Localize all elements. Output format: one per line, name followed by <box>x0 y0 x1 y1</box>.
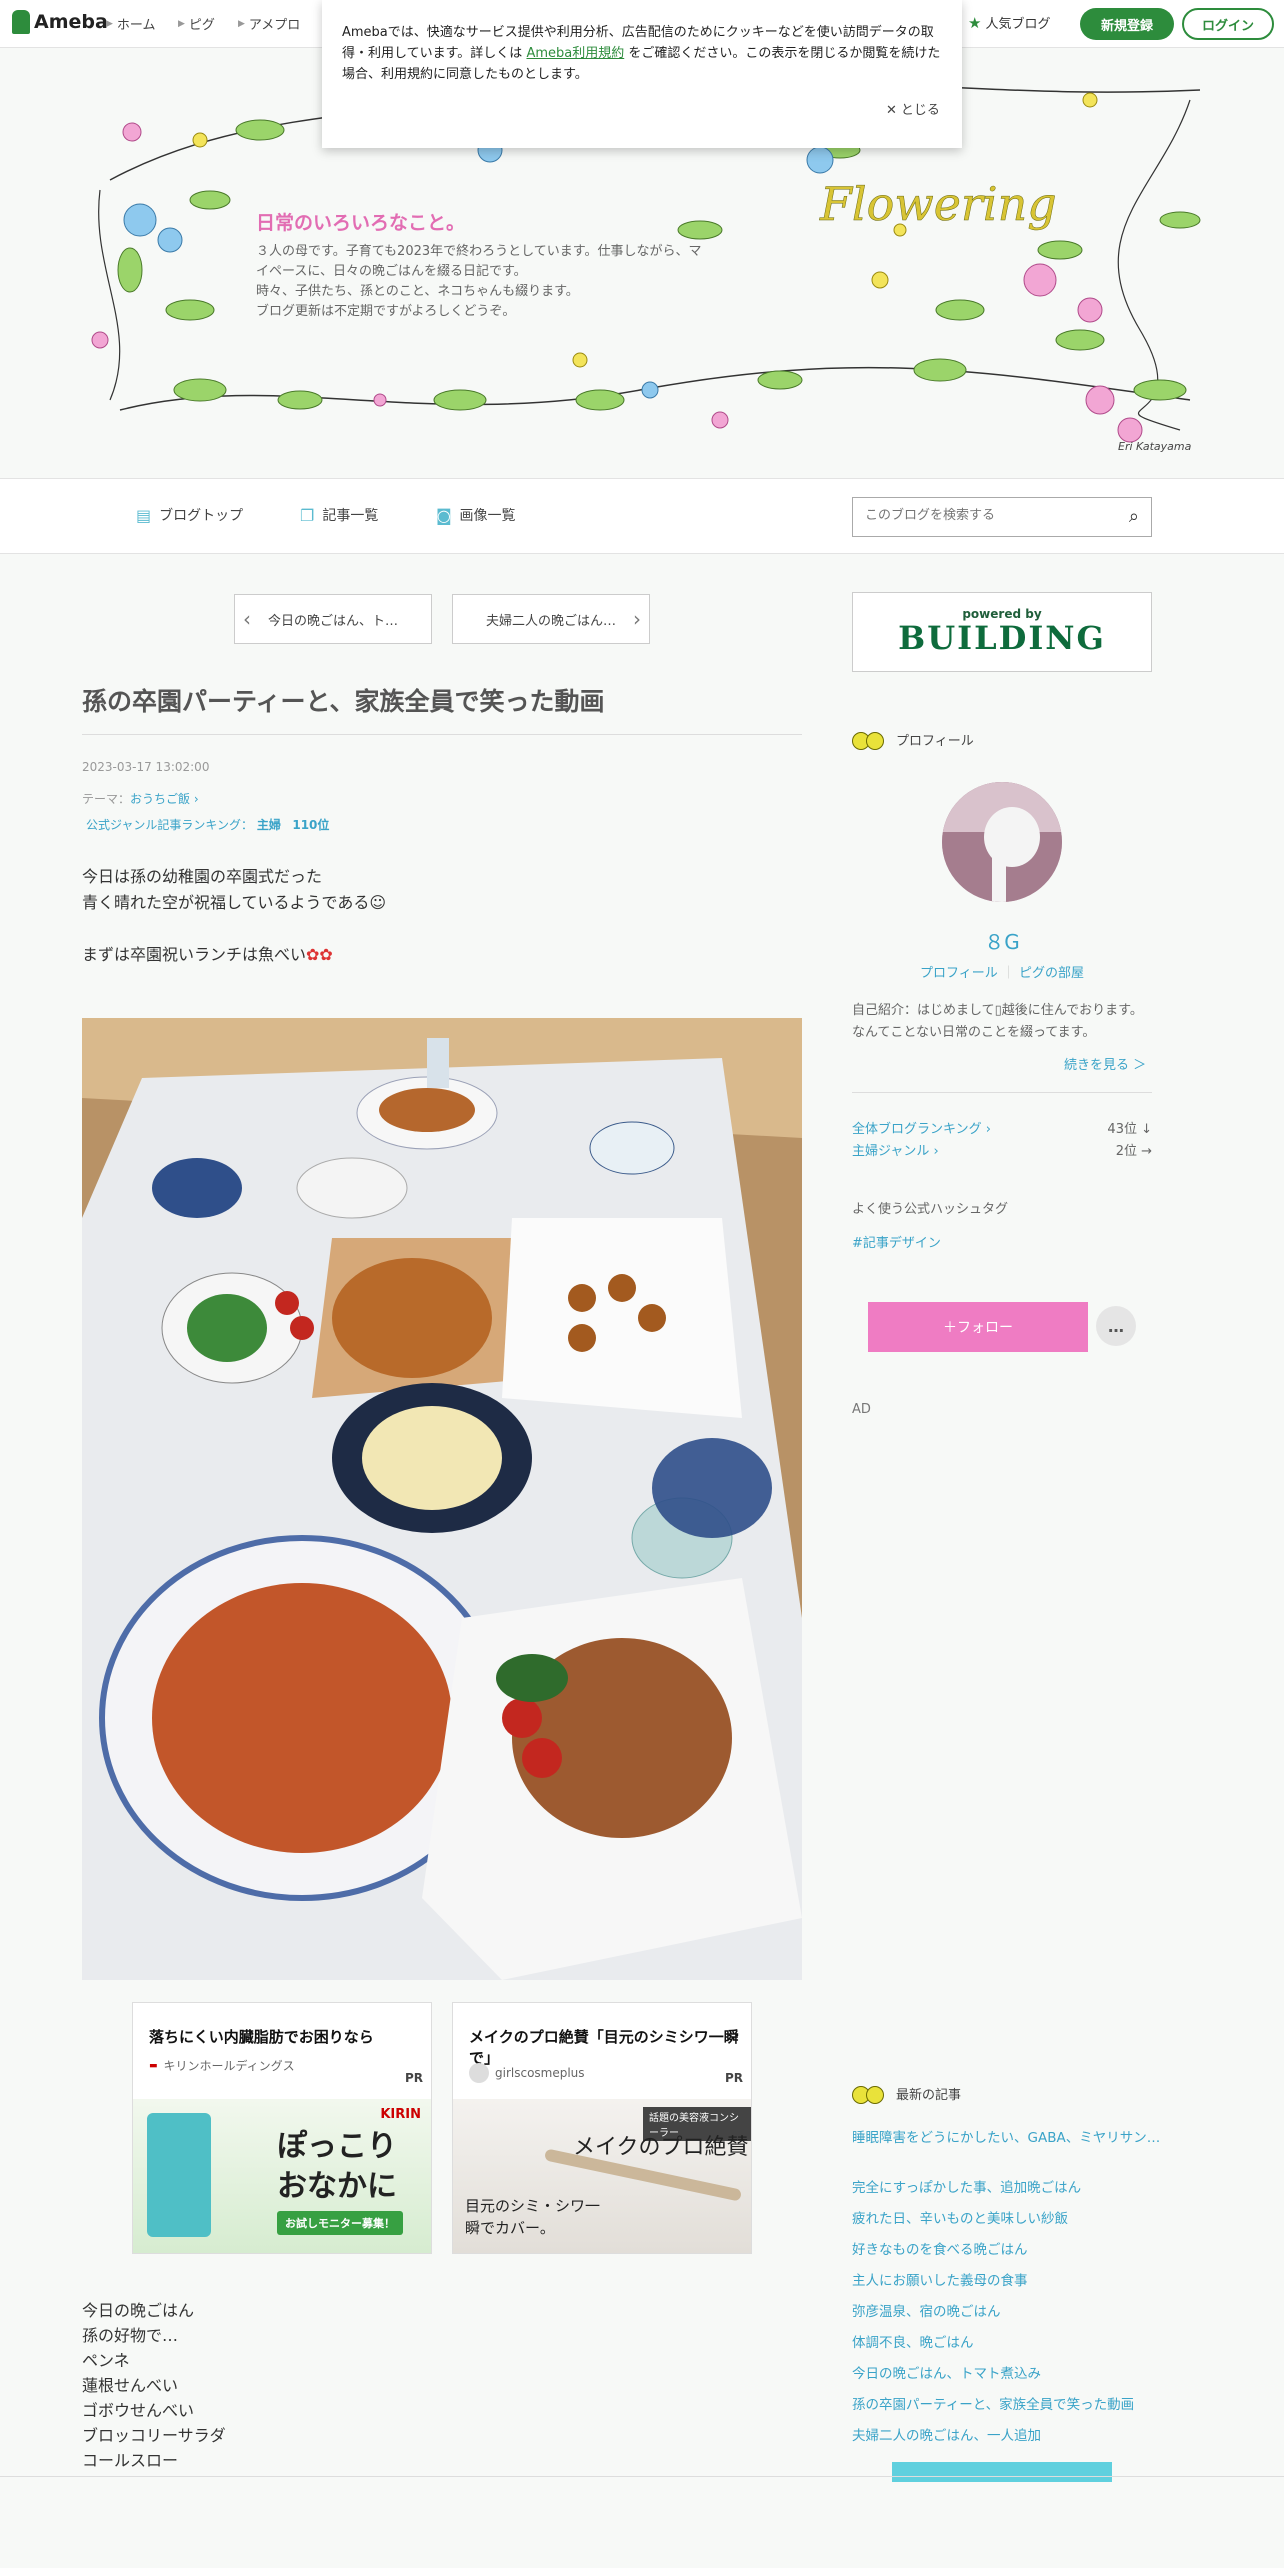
confetti-emoji-icon: ✿✿ <box>306 945 333 964</box>
menu-list: 今日の晩ごはん 孫の好物で… ペンネ 蓮根せんべい ゴボウせんべい ブロッコリー… <box>82 2301 226 2470</box>
search-input[interactable] <box>863 507 1103 524</box>
ad-image-kirin: KIRIN ぽっこり おなかに お試しモニター募集！ <box>133 2099 431 2253</box>
hashtag-link[interactable]: #記事デザイン <box>852 1232 941 1251</box>
chevron-left-icon: ‹ <box>243 607 251 631</box>
theme-link[interactable]: おうちご飯 <box>130 792 190 806</box>
nav-blog-top[interactable]: ▤ ブログトップ <box>136 505 243 525</box>
cookie-banner: Amebaでは、快適なサービス提供や利用分析、広告配信のためにクッキーなどを使い… <box>322 0 962 148</box>
genre-ranking-row[interactable]: 主婦ジャンル › 2位 → <box>852 1140 1152 1159</box>
article-title[interactable]: 孫の卒園パーティーと、家族全員で笑った動画 <box>82 682 605 718</box>
triangle-icon: ▶ <box>106 18 113 29</box>
blog-description: ３人の母です。子育ても2023年で終わろうとしています。仕事しながら、マ イペー… <box>256 244 702 319</box>
blog-nav-bar: ▤ブログトップ ❐記事一覧 ◙画像一覧 ⌕ <box>0 478 1284 554</box>
latest-entry[interactable]: 睡眠障害をどうにかしたい、GABA、ミヤリサン… <box>852 2128 1162 2148</box>
latest-entry[interactable]: 今日の晩ごはん、トマト煮込み <box>852 2364 1162 2384</box>
ad-sponsor: ▬ キリンホールディングス <box>149 2059 295 2073</box>
follow-button[interactable]: ＋フォロー <box>868 1302 1088 1352</box>
divider <box>852 1092 1152 1093</box>
article-theme: テーマ：おうちご飯 › <box>82 792 199 806</box>
triangle-icon: ▶ <box>178 18 185 29</box>
latest-entry[interactable]: 孫の卒園パーティーと、家族全員で笑った動画 <box>852 2395 1162 2415</box>
topnav-amepro[interactable]: ▶ アメプロ <box>238 14 300 33</box>
topnav-pig[interactable]: ▶ ピグ <box>178 14 215 33</box>
latest-entry[interactable]: 夫婦二人の晩ごはん、一人追加 <box>852 2426 1162 2446</box>
login-button[interactable]: ログイン <box>1182 8 1274 40</box>
blog-search: ⌕ <box>852 497 1152 537</box>
article-date: 2023-03-17 13:02:00 <box>82 760 210 774</box>
smile-emoji-icon: ☺ <box>369 893 387 912</box>
star-icon: ★ <box>968 13 982 32</box>
ad-title: 落ちにくい内臓脂肪でお困りなら <box>149 2028 374 2046</box>
ad-image-cosme: 話題の美容液コンシーラー メイクのプロ絶賛 目元のシミ・シワ一瞬でカバー。 <box>453 2099 751 2253</box>
self-intro: 自己紹介：はじめまして▯越後に住んでおります。 なんてことない日常のことを綴って… <box>852 1003 1143 1040</box>
copy-icon: ❐ <box>300 505 315 525</box>
pr-label: PR <box>724 2071 743 2085</box>
lemon-icon <box>852 2080 888 2106</box>
pig-room-link[interactable]: ピグの部屋 <box>1019 966 1084 981</box>
profile-link[interactable]: プロフィール <box>920 966 998 981</box>
search-icon[interactable]: ⌕ <box>1129 506 1139 527</box>
popular-blogs-link[interactable]: ★ 人気ブログ <box>968 13 1050 33</box>
profile-heading: プロフィール <box>852 726 974 752</box>
document-icon: ▤ <box>136 505 152 525</box>
avatar[interactable] <box>942 782 1062 902</box>
latest-entry[interactable]: 弥彦温泉、宿の晩ごはん <box>852 2302 1162 2322</box>
terms-link[interactable]: Ameba利用規約 <box>526 46 624 61</box>
nav-images[interactable]: ◙ 画像一覧 <box>436 505 516 525</box>
latest-heading: 最新の記事 <box>852 2080 961 2106</box>
blog-title[interactable]: 日常のいろいろなこと。 <box>256 208 465 235</box>
title-divider <box>82 734 802 735</box>
building-banner[interactable]: powered by BUILDING <box>852 592 1152 672</box>
chevron-right-icon: › <box>633 607 641 631</box>
kirin-mini-logo-icon: ▬ <box>149 2060 158 2071</box>
next-entry-button[interactable]: 夫婦二人の晩ごはん… › <box>452 594 650 644</box>
ad-label: AD <box>852 1402 871 1417</box>
profile-links: プロフィール ｜ ピグの部屋 <box>919 966 1085 981</box>
lemon-icon <box>852 726 888 752</box>
article-paragraph-2: まずは卒園祝いランチは魚べい✿✿ <box>82 945 333 964</box>
ameba-logo[interactable]: Ameba <box>12 10 108 34</box>
ad-sponsor: girlscosmeplus <box>469 2063 585 2083</box>
sponsor-avatar-icon <box>469 2063 489 2083</box>
latest-entry[interactable]: 好きなものを食べる晩ごはん <box>852 2240 1162 2260</box>
ad-card-kirin[interactable]: 落ちにくい内臓脂肪でお困りなら ▬ キリンホールディングス PR KIRIN ぽっ… <box>132 2002 432 2254</box>
product-pack-icon <box>147 2113 211 2237</box>
prev-entry-button[interactable]: ‹ 今日の晩ごはん、ト… <box>234 594 432 644</box>
logo-text: Ameba <box>34 11 108 33</box>
signup-button[interactable]: 新規登録 <box>1080 8 1174 40</box>
latest-entry[interactable]: 主人にお願いした義母の食事 <box>852 2271 1162 2291</box>
ad-card-cosme[interactable]: メイクのプロ絶賛「目元のシミシワ一瞬で」 girlscosmeplus PR 話… <box>452 2002 752 2254</box>
camera-icon: ◙ <box>436 505 452 525</box>
illustrator-signature: Eri Katayama <box>1118 440 1192 453</box>
article-paragraph-1: 今日は孫の幼稚園の卒園式だった 青く晴れた空が祝福しているようである☺ <box>82 867 387 912</box>
more-options-button[interactable]: … <box>1096 1306 1136 1346</box>
nickname[interactable]: ８G <box>852 926 1152 955</box>
cookie-close-button[interactable]: ✕ とじる <box>886 100 940 121</box>
pr-label: PR <box>404 2071 423 2085</box>
genre-ranking[interactable]: 公式ジャンル記事ランキング： 主婦 110位 <box>86 816 329 833</box>
svg-text:Flowering: Flowering <box>819 177 1057 231</box>
article-photo-dinner-table[interactable] <box>82 1018 802 1980</box>
read-more-link[interactable]: 続きを見る ＞ <box>1064 1054 1146 1073</box>
footer-divider <box>0 2476 1284 2477</box>
topnav-home[interactable]: ▶ ホーム <box>106 14 156 33</box>
latest-more-button[interactable] <box>892 2462 1112 2482</box>
hashtag-heading: よく使う公式ハッシュタグ <box>852 1202 1009 1217</box>
overall-ranking-row[interactable]: 全体ブログランキング › 43位 ↓ <box>852 1118 1152 1137</box>
ameba-mark-icon <box>12 10 30 34</box>
triangle-icon: ▶ <box>238 18 245 29</box>
latest-entry[interactable]: 疲れた日、辛いものと美味しい紗飯 <box>852 2209 1162 2229</box>
nav-entries[interactable]: ❐ 記事一覧 <box>300 505 378 525</box>
chevron-right-icon: › <box>190 792 199 806</box>
latest-entry[interactable]: 体調不良、晩ごはん <box>852 2333 1162 2353</box>
close-icon: ✕ <box>886 103 897 118</box>
latest-entry[interactable]: 完全にすっぽかした事、追加晩ごはん <box>852 2178 1162 2198</box>
